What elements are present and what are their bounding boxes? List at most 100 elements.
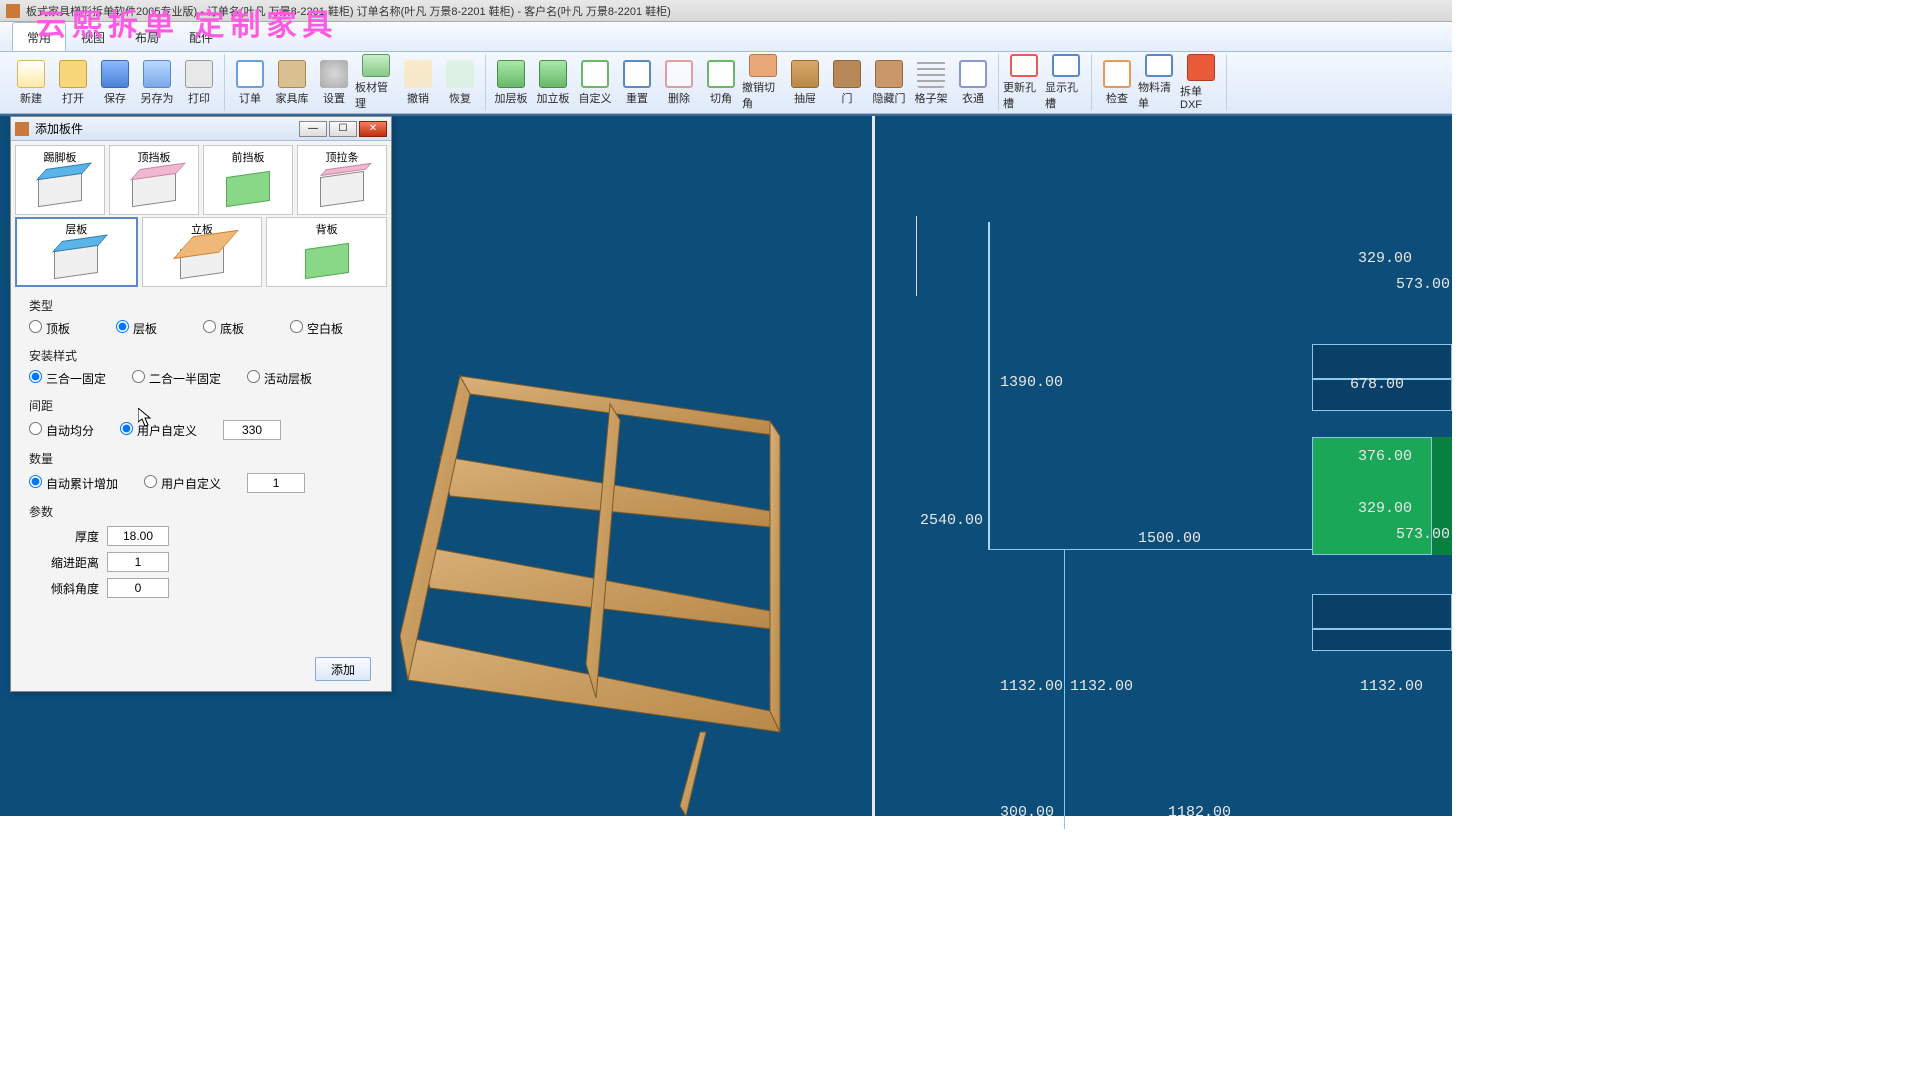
card-top-baffle[interactable]: 顶挡板 xyxy=(109,145,199,215)
uncut-icon xyxy=(749,54,777,77)
minimize-button[interactable]: — xyxy=(299,121,327,137)
custom-button[interactable]: 自定义 xyxy=(574,54,616,111)
add-h-icon xyxy=(497,60,525,88)
tab-view[interactable]: 视图 xyxy=(66,22,120,51)
print-button[interactable]: 打印 xyxy=(178,54,220,111)
refresh-holes-button[interactable]: 更新孔槽 xyxy=(1003,54,1045,111)
radio-count-custom[interactable]: 用户自定义 xyxy=(144,475,221,492)
tab-layout[interactable]: 布局 xyxy=(120,22,174,51)
title-text: 板式家具梯形拆单软件2005专业版) - 订单名(叶凡 万景8-2201 鞋柜)… xyxy=(26,3,671,19)
angle-input[interactable] xyxy=(107,578,169,598)
radio-gap-custom[interactable]: 用户自定义 xyxy=(120,422,197,439)
dialog-title-text: 添加板件 xyxy=(35,120,83,137)
dim-label: 1132.00 xyxy=(1360,678,1423,695)
dim-label: 1182.00 xyxy=(1168,804,1231,821)
settings-button[interactable]: 设置 xyxy=(313,54,355,111)
delete-icon xyxy=(665,60,693,88)
thickness-input[interactable] xyxy=(107,526,169,546)
check-button[interactable]: 检查 xyxy=(1096,54,1138,111)
gap-input[interactable] xyxy=(223,420,281,440)
hidden-door-button[interactable]: 隐藏门 xyxy=(868,54,910,111)
radio-install-2in1[interactable]: 二合一半固定 xyxy=(132,370,221,387)
undo-button[interactable]: 撤销 xyxy=(397,54,439,111)
elevation-panel xyxy=(1312,232,1452,816)
dialog-titlebar[interactable]: 添加板件 — ☐ ✕ xyxy=(11,117,391,141)
radio-count-auto[interactable]: 自动累计增加 xyxy=(29,475,118,492)
new-button[interactable]: 新建 xyxy=(10,54,52,111)
radio-install-3in1[interactable]: 三合一固定 xyxy=(29,370,106,387)
dim-label: 329.00 xyxy=(1358,500,1412,517)
door-icon xyxy=(833,60,861,88)
dim-label: 1500.00 xyxy=(1138,530,1201,547)
door-button[interactable]: 门 xyxy=(826,54,868,111)
titlebar: 板式家具梯形拆单软件2005专业版) - 订单名(叶凡 万景8-2201 鞋柜)… xyxy=(0,0,1452,22)
app-icon xyxy=(6,4,20,18)
card-top-strip[interactable]: 顶拉条 xyxy=(297,145,387,215)
board-icon xyxy=(362,54,390,77)
card-shelf[interactable]: 层板 xyxy=(15,217,138,287)
open-button[interactable]: 打开 xyxy=(52,54,94,111)
angle-label: 倾斜角度 xyxy=(49,580,107,597)
tab-common[interactable]: 常用 xyxy=(12,22,66,51)
open-icon xyxy=(59,60,87,88)
radio-type-top[interactable]: 顶板 xyxy=(29,320,70,337)
section-count-label: 数量 xyxy=(29,450,373,467)
delete-button[interactable]: 删除 xyxy=(658,54,700,111)
show-holes-button[interactable]: 显示孔槽 xyxy=(1045,54,1087,111)
radio-install-movable[interactable]: 活动层板 xyxy=(247,370,312,387)
drawer-button[interactable]: 抽屉 xyxy=(784,54,826,111)
gear-icon xyxy=(320,60,348,88)
add-vboard-button[interactable]: 加立板 xyxy=(532,54,574,111)
radio-type-shelf[interactable]: 层板 xyxy=(116,320,157,337)
board-mgmt-button[interactable]: 板材管理 xyxy=(355,54,397,111)
radio-type-bottom[interactable]: 底板 xyxy=(203,320,244,337)
radio-gap-auto[interactable]: 自动均分 xyxy=(29,422,94,439)
indent-input[interactable] xyxy=(107,552,169,572)
cut-icon xyxy=(707,60,735,88)
maximize-button[interactable]: ☐ xyxy=(329,121,357,137)
cut-button[interactable]: 切角 xyxy=(700,54,742,111)
dim-label: 678.00 xyxy=(1350,376,1404,393)
card-vertical[interactable]: 立板 xyxy=(142,217,263,287)
add-button[interactable]: 添加 xyxy=(315,657,371,681)
yitong-icon xyxy=(959,60,987,88)
section-install-label: 安装样式 xyxy=(29,347,373,364)
library-button[interactable]: 家具库 xyxy=(271,54,313,111)
split-divider[interactable] xyxy=(872,116,875,816)
grid-button[interactable]: 格子架 xyxy=(910,54,952,111)
radio-type-blank[interactable]: 空白板 xyxy=(290,320,343,337)
count-input[interactable] xyxy=(247,473,305,493)
order-button[interactable]: 订单 xyxy=(229,54,271,111)
undo-icon xyxy=(404,60,432,88)
add-hboard-button[interactable]: 加层板 xyxy=(490,54,532,111)
add-board-dialog: 添加板件 — ☐ ✕ 踢脚板 顶挡板 前挡板 顶拉条 层板 立板 背板 类型 顶… xyxy=(10,116,392,692)
redo-button[interactable]: 恢复 xyxy=(439,54,481,111)
material-list-button[interactable]: 物料清单 xyxy=(1138,54,1180,111)
furniture-3d-model xyxy=(400,256,800,816)
card-back[interactable]: 背板 xyxy=(266,217,387,287)
library-icon xyxy=(278,60,306,88)
reset-button[interactable]: 重置 xyxy=(616,54,658,111)
uncut-button[interactable]: 撤销切角 xyxy=(742,54,784,111)
check-icon xyxy=(1103,60,1131,88)
toolbar: 新建 打开 保存 另存为 打印 订单 家具库 设置 板材管理 撤销 恢复 加层板… xyxy=(0,52,1452,114)
print-icon xyxy=(185,60,213,88)
close-button[interactable]: ✕ xyxy=(359,121,387,137)
card-kickboard[interactable]: 踢脚板 xyxy=(15,145,105,215)
custom-icon xyxy=(581,60,609,88)
dim-label: 1132.00 xyxy=(1000,678,1063,695)
redo-icon xyxy=(446,60,474,88)
dim-label: 2540.00 xyxy=(920,512,983,529)
dxf-button[interactable]: 拆单DXF xyxy=(1180,54,1222,111)
thickness-label: 厚度 xyxy=(49,528,107,545)
saveas-button[interactable]: 另存为 xyxy=(136,54,178,111)
section-gap-label: 间距 xyxy=(29,397,373,414)
yitong-button[interactable]: 衣通 xyxy=(952,54,994,111)
list-icon xyxy=(1145,54,1173,77)
dim-label: 329.00 xyxy=(1358,250,1412,267)
save-button[interactable]: 保存 xyxy=(94,54,136,111)
dim-label: 573.00 xyxy=(1396,276,1450,293)
tab-parts[interactable]: 配件 xyxy=(174,22,228,51)
section-param-label: 参数 xyxy=(29,503,373,520)
card-front-baffle[interactable]: 前挡板 xyxy=(203,145,293,215)
